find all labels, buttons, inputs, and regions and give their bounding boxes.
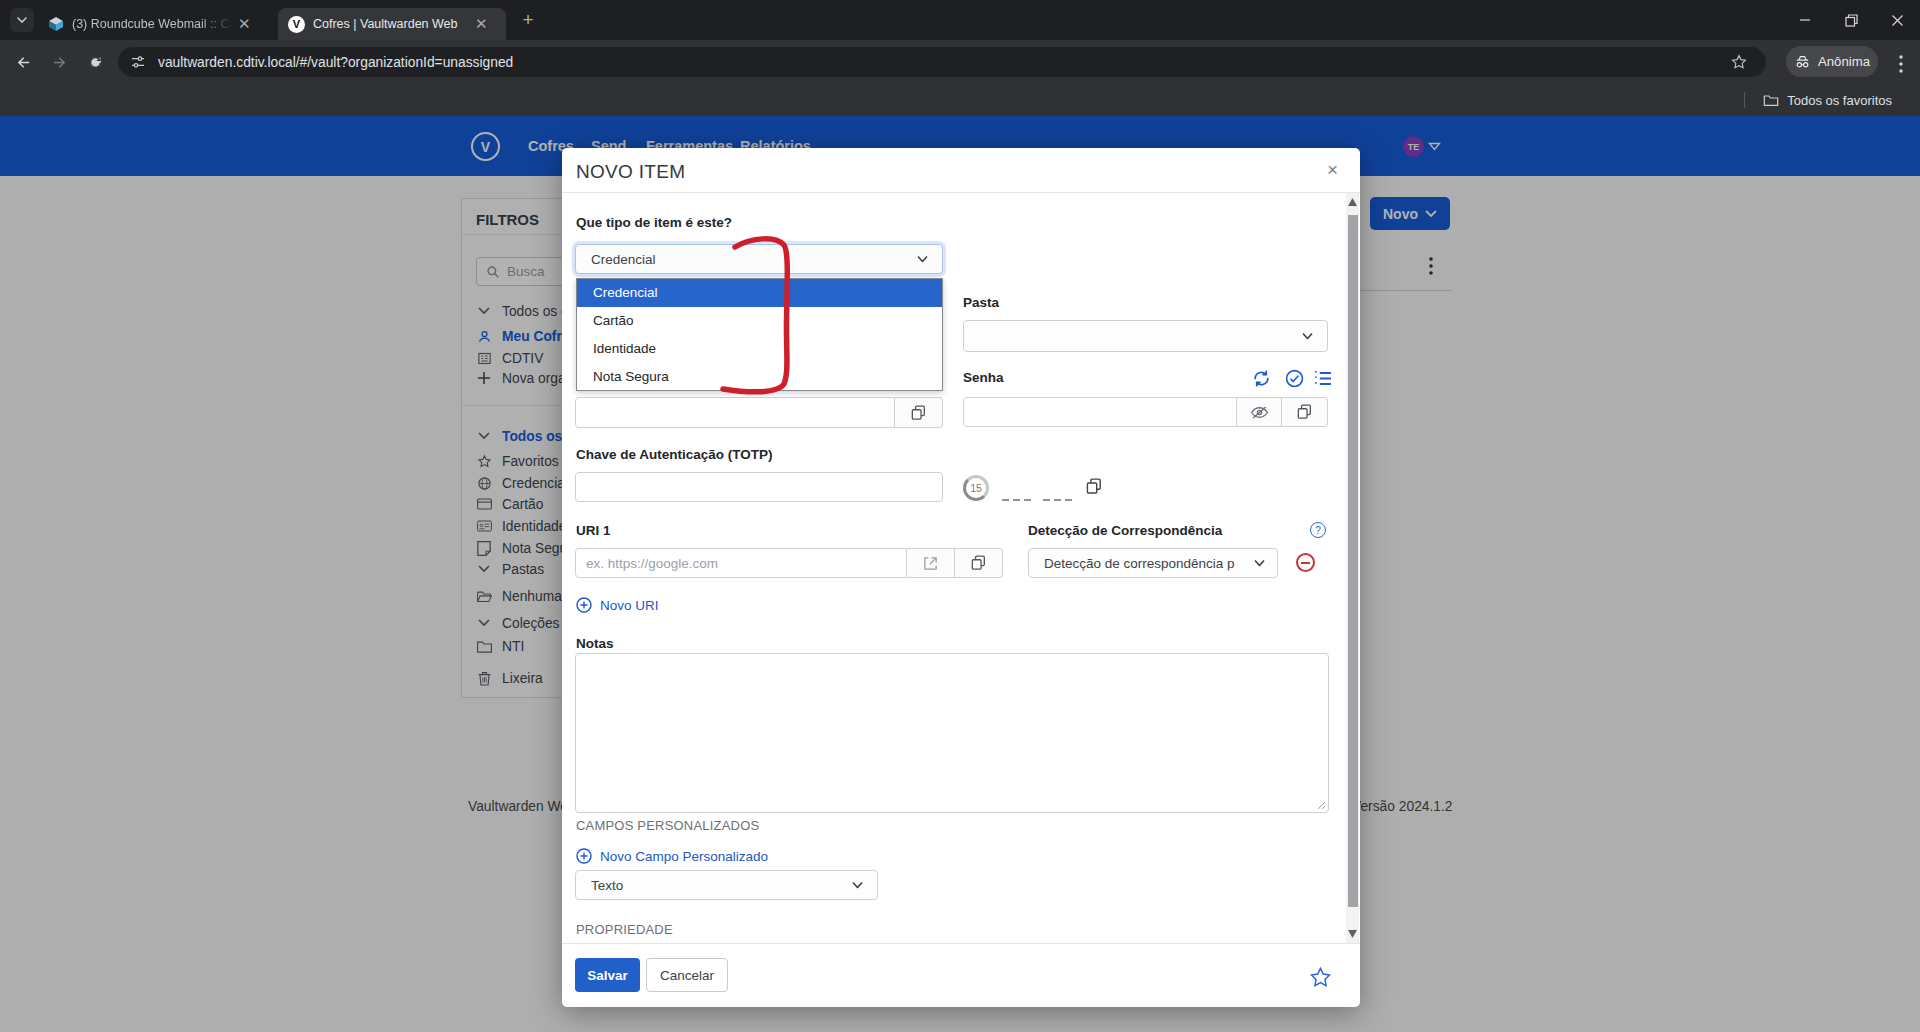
annotation-red-circle xyxy=(0,0,1920,1032)
